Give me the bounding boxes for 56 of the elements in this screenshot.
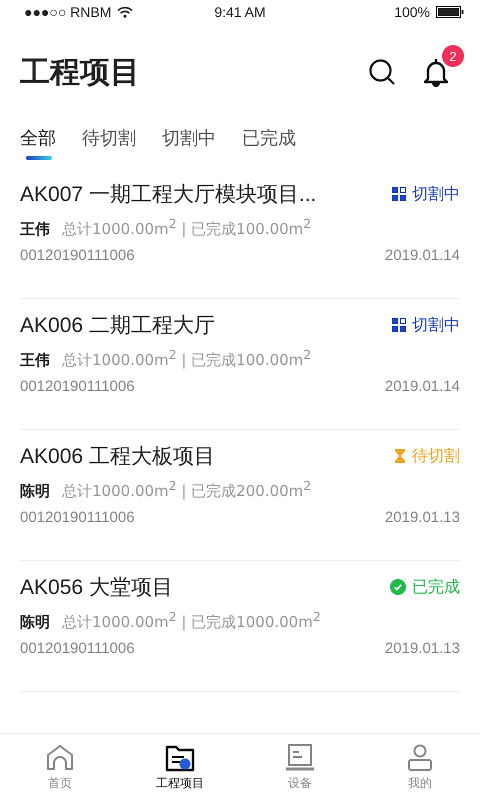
- home-icon: [45, 742, 75, 772]
- nav-tab[interactable]: 我的: [380, 742, 460, 792]
- area-summary: 总计1000.00m$^{2}$ | 已完成100.00m$^{2}$: [62, 347, 312, 370]
- project-card[interactable]: AK006 工程大板项目 待切割 陈明 总计1000.00m$^{2}$ | 已完成200.00m$^{2}$ 00120190111006 2019.01.13: [20, 430, 460, 561]
- filter-tab[interactable]: 全部: [20, 126, 56, 160]
- project-date: 2019.01.14: [384, 378, 460, 395]
- project-title: AK056 大堂项目: [20, 575, 173, 601]
- project-code: 00120190111006: [20, 640, 135, 657]
- notification-badge: 2: [442, 45, 464, 67]
- monitor-icon: [285, 742, 315, 772]
- bell-icon: [422, 57, 450, 87]
- project-code: 00120190111006: [20, 247, 135, 264]
- owner-name: 陈明: [20, 613, 50, 632]
- owner-name: 陈明: [20, 482, 50, 501]
- clock-text: 9:41 AM: [214, 4, 266, 20]
- project-card[interactable]: AK006 二期工程大厅 切割中 王伟 总计1000.00m$^{2}$ | 已完成100.00m$^{2}$ 00120190111006 2019.01.14: [20, 299, 460, 430]
- area-summary: 总计1000.00m$^{2}$ | 已完成200.00m$^{2}$: [62, 478, 312, 501]
- notifications-button[interactable]: 2: [422, 45, 464, 87]
- status-label: 待切割: [412, 446, 460, 466]
- battery-text: 100%: [394, 4, 430, 20]
- status-label: 切割中: [412, 314, 460, 336]
- carrier-text: ●●●○○ RNBM: [24, 4, 112, 20]
- project-date: 2019.01.13: [384, 509, 460, 526]
- nav-label: 首页: [48, 774, 72, 792]
- project-date: 2019.01.14: [384, 247, 460, 264]
- project-title: AK007 一期工程大厅模块项目...: [20, 182, 316, 208]
- project-title: AK006 工程大板项目: [20, 444, 215, 470]
- project-code: 00120190111006: [20, 378, 135, 395]
- battery-icon: [436, 6, 464, 18]
- nav-tab[interactable]: 工程项目: [140, 742, 220, 792]
- owner-name: 王伟: [20, 220, 50, 239]
- person-icon: [405, 742, 435, 772]
- wifi-icon: [117, 6, 134, 18]
- area-summary: 总计1000.00m$^{2}$ | 已完成1000.00m$^{2}$: [62, 609, 321, 632]
- owner-name: 王伟: [20, 351, 50, 370]
- grid-icon: [392, 187, 406, 201]
- area-summary: 总计1000.00m$^{2}$ | 已完成100.00m$^{2}$: [62, 216, 312, 239]
- project-code: 00120190111006: [20, 509, 135, 526]
- hourglass-icon: [394, 448, 406, 464]
- nav-label: 我的: [408, 774, 432, 792]
- page-title: 工程项目: [20, 54, 140, 92]
- check-circle-icon: [390, 579, 406, 595]
- filter-tab[interactable]: 待切割: [82, 126, 136, 160]
- project-card[interactable]: AK056 大堂项目 已完成 陈明 总计1000.00m$^{2}$ | 已完成1000.00m$^{2}$ 00120190111006 2019.01.13: [20, 561, 460, 692]
- project-card[interactable]: AK007 一期工程大厅模块项目... 切割中 王伟 总计1000.00m$^{2}$ | 已完成100.00m$^{2}$ 00120190111006 2019.01.14: [20, 168, 460, 299]
- search-button[interactable]: [368, 58, 396, 86]
- nav-label: 设备: [288, 774, 312, 792]
- search-icon: [368, 58, 396, 86]
- grid-icon: [392, 318, 406, 332]
- nav-label: 工程项目: [156, 774, 204, 792]
- status-label: 已完成: [412, 576, 460, 598]
- filter-tab[interactable]: 切割中: [162, 126, 216, 160]
- status-label: 切割中: [412, 184, 460, 204]
- filter-tab[interactable]: 已完成: [242, 126, 296, 160]
- project-date: 2019.01.13: [384, 640, 460, 657]
- project-title: AK006 二期工程大厅: [20, 313, 215, 339]
